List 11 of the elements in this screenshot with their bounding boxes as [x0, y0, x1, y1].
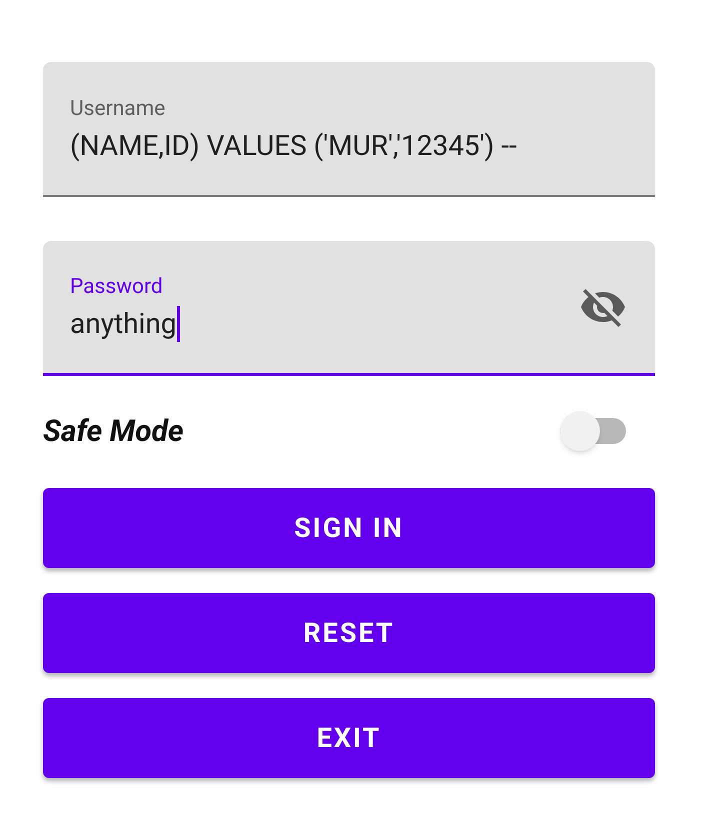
field-value: (NAME,ID) VALUES ('MUR','12345') --: [70, 128, 517, 164]
switch-label: Safe Mode: [43, 412, 184, 450]
field-label: Username: [70, 96, 166, 122]
field-label: Password: [70, 274, 163, 300]
action-button[interactable]: SIGN IN: [43, 488, 655, 568]
input-field[interactable]: Password anything: [43, 241, 655, 376]
input-field[interactable]: Username (NAME,ID) VALUES ('MUR','12345') --: [43, 62, 655, 197]
action-button[interactable]: EXIT: [43, 698, 655, 778]
text-cursor: [176, 306, 180, 342]
action-button[interactable]: RESET: [43, 593, 655, 673]
field-value: anything: [70, 306, 177, 342]
